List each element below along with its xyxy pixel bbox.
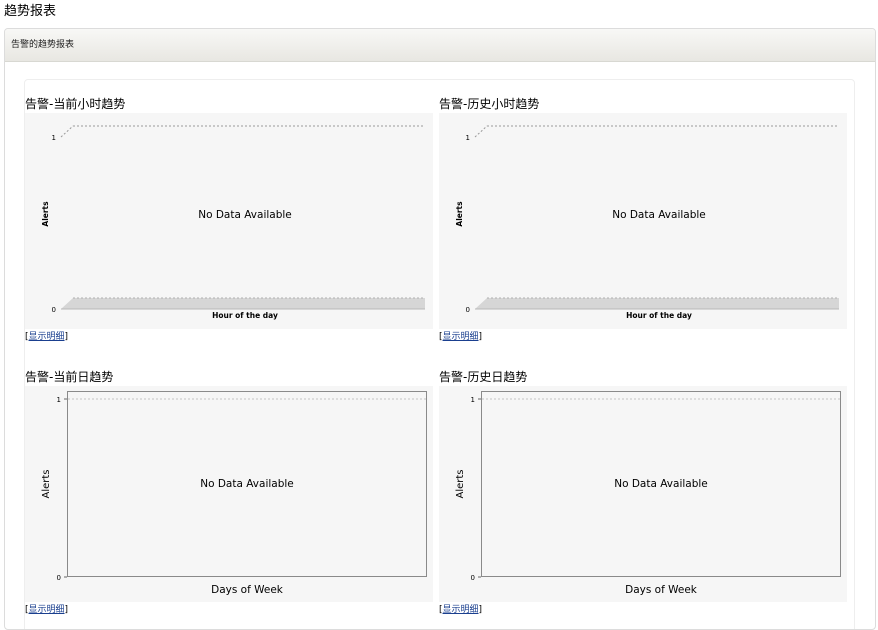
show-details-link[interactable]: 显示明细: [29, 332, 65, 342]
y-tick-label: 1: [52, 134, 56, 142]
y-axis-label: Alerts: [455, 201, 464, 227]
panel-header: 告警的趋势报表: [5, 29, 875, 62]
x-axis-label: Days of Week: [211, 584, 284, 596]
chart-title-history-hour: 告警-历史小时趋势: [439, 97, 540, 111]
plot-background: [439, 386, 847, 602]
show-details-link[interactable]: 显示明细: [443, 605, 479, 615]
no-data-message: No Data Available: [198, 209, 292, 221]
chart-current-day: 1 0 Alerts Days of Week No Data Availabl…: [25, 386, 433, 602]
chart-title-history-day: 告警-历史日趋势: [439, 370, 528, 384]
show-details-link[interactable]: 显示明细: [443, 332, 479, 342]
y-tick-label: 0: [466, 306, 470, 314]
chart-floor: [475, 298, 839, 309]
show-details-link-wrapper: [显示明细]: [25, 605, 69, 615]
chart-floor: [61, 298, 425, 309]
page-title: 趋势报表: [4, 4, 57, 19]
show-details-link-wrapper: [显示明细]: [439, 332, 483, 342]
plot-background: [25, 113, 433, 329]
y-tick-label: 1: [57, 396, 61, 404]
y-axis-label: Alerts: [41, 469, 52, 498]
y-tick-label: 0: [471, 574, 475, 582]
x-axis-label: Days of Week: [625, 584, 698, 596]
plot-background: [25, 386, 433, 602]
chart-history-hour: 1 0 Alerts Hour of the day No Data Avail…: [439, 113, 847, 329]
no-data-message: No Data Available: [612, 209, 706, 221]
panel-header-label: 告警的趋势报表: [11, 40, 75, 50]
no-data-message: No Data Available: [614, 478, 708, 490]
y-tick-label: 1: [466, 134, 470, 142]
y-tick-label: 0: [52, 306, 56, 314]
chart-current-hour: 1 0 Alerts Hour of the day No Data Avail…: [25, 113, 433, 329]
y-tick-label: 0: [57, 574, 61, 582]
chart-title-current-hour: 告警-当前小时趋势: [25, 97, 126, 111]
y-axis-label: Alerts: [41, 201, 50, 227]
x-axis-label: Hour of the day: [212, 311, 278, 320]
no-data-message: No Data Available: [200, 478, 294, 490]
y-axis-label: Alerts: [455, 469, 466, 498]
plot-background: [439, 113, 847, 329]
show-details-link-wrapper: [显示明细]: [439, 605, 483, 615]
x-axis-label: Hour of the day: [626, 311, 692, 320]
show-details-link-wrapper: [显示明细]: [25, 332, 69, 342]
y-tick-label: 1: [471, 396, 475, 404]
show-details-link[interactable]: 显示明细: [29, 605, 65, 615]
chart-title-current-day: 告警-当前日趋势: [25, 370, 114, 384]
chart-history-day: 1 0 Alerts Days of Week No Data Availabl…: [439, 386, 847, 602]
